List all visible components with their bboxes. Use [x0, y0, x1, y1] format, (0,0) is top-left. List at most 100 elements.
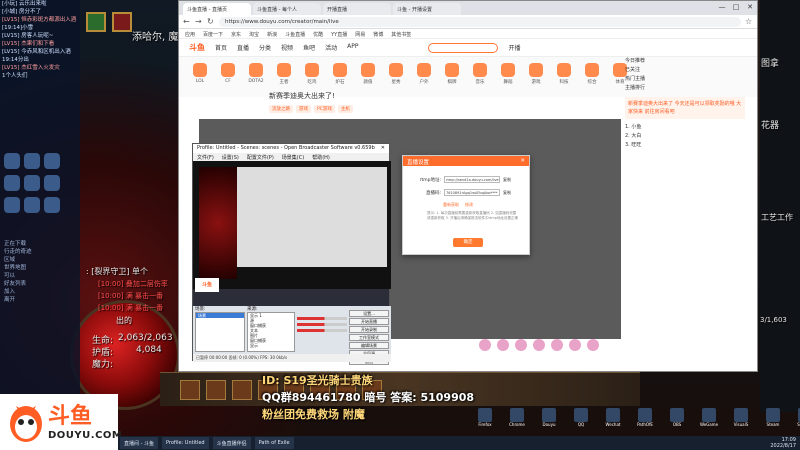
category-item[interactable]: 游戏 — [525, 63, 547, 91]
skill-slot[interactable] — [206, 380, 226, 400]
skill-slot[interactable] — [180, 380, 200, 400]
category-item[interactable]: 棋牌 — [441, 63, 463, 91]
scenes-list[interactable]: 场景 — [195, 312, 245, 352]
gift-icon[interactable] — [551, 339, 563, 351]
obs-menu-item[interactable]: 帮助(H) — [312, 154, 330, 161]
category-item[interactable]: 科技 — [553, 63, 575, 91]
volume-slider[interactable] — [297, 329, 347, 332]
douyu-nav-logo[interactable]: 斗鱼 — [189, 42, 205, 53]
app-icon[interactable] — [4, 197, 20, 213]
taskbar-item[interactable]: 直播间 - 斗鱼 — [120, 437, 158, 449]
bookmark-item[interactable]: 其他书签 — [391, 31, 411, 38]
desktop-shortcut[interactable]: WeGame — [694, 408, 724, 428]
desktop-shortcut[interactable]: Wechat — [598, 408, 628, 428]
nav-item[interactable]: 视频 — [281, 43, 293, 52]
obs-button[interactable]: 工作室模式 — [349, 334, 389, 341]
category-item[interactable]: 舞蹈 — [497, 63, 519, 91]
bookmark-item[interactable]: 网易 — [355, 31, 365, 38]
edit-link[interactable]: 修改 — [465, 202, 473, 208]
obs-button[interactable]: 开始录制 — [349, 326, 389, 333]
volume-slider[interactable] — [297, 323, 347, 326]
category-item[interactable]: 综合 — [581, 63, 603, 91]
obs-button[interactable]: 编辑场景 — [349, 342, 389, 349]
category-item[interactable]: DOTA2 — [245, 63, 267, 91]
start-live-link[interactable]: 开播 — [508, 43, 520, 52]
category-item[interactable]: 炉石 — [329, 63, 351, 91]
copy-code-button[interactable]: 复制 — [503, 190, 511, 196]
task-item[interactable]: 正在下载 — [4, 240, 78, 248]
minimize-button[interactable]: — — [715, 3, 729, 15]
nav-item[interactable]: 直播 — [237, 43, 249, 52]
category-item[interactable]: 颜值 — [357, 63, 379, 91]
gift-icon[interactable] — [587, 339, 599, 351]
skill-slot[interactable] — [232, 380, 252, 400]
sources-list[interactable]: 显示 1 源窗口捕获 文本 图片 窗口捕获 显示 — [247, 312, 295, 352]
app-icon[interactable] — [4, 175, 20, 191]
bookmark-item[interactable]: 微博 — [373, 31, 383, 38]
category-item[interactable]: 音乐 — [469, 63, 491, 91]
taskbar-item[interactable]: 斗鱼直播伴侣 — [212, 437, 251, 449]
task-item[interactable]: 可以 — [4, 272, 78, 280]
browser-tab[interactable]: 斗鱼直播 - 直播页 — [183, 3, 251, 15]
sidebar-line[interactable]: 主播排行 — [625, 84, 745, 93]
task-item[interactable]: 好友列表 — [4, 280, 78, 288]
sidebar-line[interactable]: 已关注 — [625, 66, 745, 75]
desktop-shortcut[interactable]: Steam2 — [790, 408, 800, 428]
rank-item[interactable]: 1. 小鱼 — [625, 123, 745, 132]
back-arrow-icon[interactable]: ← — [183, 17, 191, 26]
bookmark-item[interactable]: 百度一下 — [203, 31, 223, 38]
scene-item[interactable]: 场景 — [196, 313, 244, 318]
stream-tag[interactable]: 游戏 — [296, 105, 311, 113]
task-item[interactable]: 加入 — [4, 288, 78, 296]
gift-icon[interactable] — [515, 339, 527, 351]
task-item[interactable]: 离开 — [4, 296, 78, 304]
desktop-shortcut[interactable]: OBS — [662, 408, 692, 428]
app-icon[interactable] — [44, 175, 60, 191]
gift-icon[interactable] — [479, 339, 491, 351]
category-item[interactable]: CF — [217, 63, 239, 91]
category-item[interactable]: 户外 — [413, 63, 435, 91]
desktop-shortcut[interactable]: Steam — [758, 408, 788, 428]
bookmark-item[interactable]: 斗鱼直播 — [285, 31, 305, 38]
rank-item[interactable]: 2. 大白 — [625, 132, 745, 141]
star-icon[interactable]: ☆ — [745, 17, 753, 26]
nav-item[interactable]: 首页 — [215, 43, 227, 52]
obs-button[interactable]: 开始直播 — [349, 318, 389, 325]
app-icon[interactable] — [24, 153, 40, 169]
refresh-code-link[interactable]: 重新获取 — [443, 202, 459, 208]
desktop-shortcut[interactable]: Firefox — [470, 408, 500, 428]
category-item[interactable]: 吃鸡 — [301, 63, 323, 91]
taskbar-item[interactable]: Path of Exile — [254, 437, 294, 449]
category-item[interactable]: 王者 — [273, 63, 295, 91]
bookmark-item[interactable]: 京东 — [231, 31, 241, 38]
category-item[interactable]: 星秀 — [385, 63, 407, 91]
refresh-icon[interactable]: ↻ — [207, 17, 215, 26]
nav-item[interactable]: APP — [347, 43, 358, 52]
bookmark-item[interactable]: 淘宝 — [249, 31, 259, 38]
sidebar-line[interactable]: 今日推荐 — [625, 57, 745, 66]
stream-tag[interactable]: PC游戏 — [314, 105, 335, 113]
bookmark-item[interactable]: 优酷 — [313, 31, 323, 38]
desktop-shortcut[interactable]: PathOfE — [630, 408, 660, 428]
stream-tag[interactable]: 主机 — [337, 105, 353, 113]
rtmp-field[interactable]: rtmp://send1a.douyu.com/live — [444, 176, 500, 183]
obs-menu-item[interactable]: 设置(S) — [222, 154, 239, 161]
bookmark-item[interactable]: 新浪 — [267, 31, 277, 38]
forward-arrow-icon[interactable]: → — [195, 17, 203, 26]
app-icon[interactable] — [44, 197, 60, 213]
browser-tab[interactable]: 斗鱼 - 开播设置 — [393, 3, 461, 15]
code-field[interactable]: 7610891rAgq1wAFbqAbo**** — [444, 189, 500, 196]
app-icon[interactable] — [24, 197, 40, 213]
app-icon[interactable] — [44, 153, 60, 169]
task-item[interactable]: 世界地图 — [4, 264, 78, 272]
obs-menu-item[interactable]: 场景集(C) — [282, 154, 304, 161]
task-item[interactable]: 行走的奇迹 — [4, 248, 78, 256]
app-icon[interactable] — [4, 153, 20, 169]
desktop-shortcut[interactable]: QQ — [566, 408, 596, 428]
obs-menu-item[interactable]: 配置文件(P) — [247, 154, 274, 161]
volume-slider[interactable] — [297, 317, 347, 320]
gift-icon[interactable] — [569, 339, 581, 351]
gift-icon[interactable] — [497, 339, 509, 351]
search-input[interactable] — [428, 42, 499, 53]
nav-item[interactable]: 鱼吧 — [303, 43, 315, 52]
